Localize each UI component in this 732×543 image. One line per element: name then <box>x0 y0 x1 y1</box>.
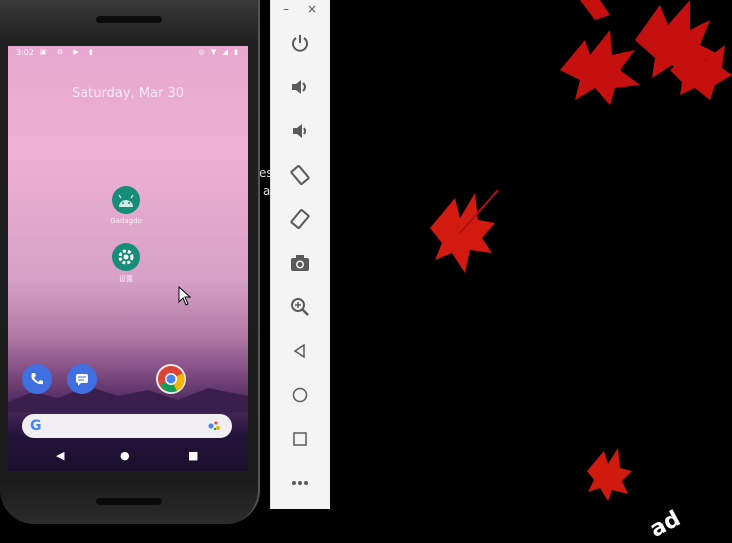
messages-icon <box>76 374 88 386</box>
more-button[interactable] <box>287 470 313 496</box>
home-button[interactable] <box>287 382 313 408</box>
nav-recents-button[interactable]: ■ <box>188 449 198 462</box>
volume-down-button[interactable] <box>287 118 313 144</box>
sd-card-icon: ▮ <box>89 48 97 56</box>
android-icon <box>112 186 140 214</box>
app-settings[interactable]: 设置 <box>96 243 156 284</box>
power-button[interactable] <box>287 30 313 56</box>
emulator-toolbar: – × <box>270 0 330 509</box>
app-label: Gadagdo <box>110 217 142 225</box>
play-store-icon: ▶ <box>73 48 83 56</box>
chrome-app[interactable] <box>156 364 186 394</box>
zoom-button[interactable] <box>287 294 313 320</box>
alarm-icon: ◎ <box>198 48 207 56</box>
settings-icon: ⚙ <box>56 48 68 56</box>
overview-button[interactable] <box>287 426 313 452</box>
back-icon <box>293 343 305 359</box>
mouse-cursor <box>178 286 192 306</box>
signal-icon: ◢ <box>222 48 230 56</box>
settings-gear-icon <box>112 243 140 271</box>
rotate-left-button[interactable] <box>287 162 313 188</box>
date-widget[interactable]: Saturday, Mar 30 <box>8 86 248 101</box>
chrome-icon <box>158 366 185 393</box>
rotate-right-icon <box>290 209 310 229</box>
home-icon <box>292 387 308 403</box>
wifi-icon: ▼ <box>210 48 219 56</box>
maple-leaf-middle <box>430 189 499 273</box>
minimize-button[interactable]: – <box>283 2 289 16</box>
rotate-left-icon <box>290 165 310 185</box>
zoom-icon <box>291 298 309 316</box>
messages-app[interactable] <box>67 364 97 394</box>
bottom-speaker <box>96 498 162 505</box>
watermark-fragment: ad <box>645 506 685 543</box>
notification-icon: ▣ <box>40 48 51 56</box>
notification-icons: ▣ ⚙ ▶ ▮ <box>40 48 97 56</box>
google-assistant-icon[interactable] <box>208 420 222 432</box>
status-time: 3:02 <box>16 48 34 57</box>
app-label: 设置 <box>119 275 133 283</box>
system-icons: ◎ ▼ ◢ ▮ <box>199 48 240 56</box>
more-icon <box>292 481 308 485</box>
phone-screen[interactable]: 3:02 ▣ ⚙ ▶ ▮ ◎ ▼ ◢ ▮ Saturday, Mar 30 Ga… <box>8 46 248 471</box>
status-bar[interactable]: 3:02 ▣ ⚙ ▶ ▮ ◎ ▼ ◢ ▮ <box>8 46 248 60</box>
maple-leaf-top-right <box>560 0 732 105</box>
overview-icon <box>293 432 307 446</box>
emulator-phone-frame: 3:02 ▣ ⚙ ▶ ▮ ◎ ▼ ◢ ▮ Saturday, Mar 30 Ga… <box>0 0 260 524</box>
nav-home-button[interactable]: ● <box>120 449 130 462</box>
back-button[interactable] <box>287 338 313 364</box>
phone-app[interactable] <box>22 364 52 394</box>
power-icon <box>292 35 308 52</box>
battery-icon: ▮ <box>234 48 240 56</box>
top-speaker <box>96 16 162 23</box>
maple-leaf-bottom <box>587 448 632 501</box>
volume-up-button[interactable] <box>287 74 313 100</box>
close-button[interactable]: × <box>307 2 317 16</box>
phone-icon <box>31 373 43 385</box>
nav-back-button[interactable]: ◀ <box>56 449 64 462</box>
rotate-right-button[interactable] <box>287 206 313 232</box>
volume-down-icon <box>293 124 306 138</box>
camera-icon <box>291 255 309 271</box>
navigation-bar: ◀ ● ■ <box>8 443 248 471</box>
google-search-bar[interactable]: G <box>22 414 232 438</box>
volume-up-icon <box>292 80 306 94</box>
google-g-icon: G <box>30 418 42 434</box>
app-gadagdo[interactable]: Gadagdo <box>96 186 156 225</box>
screenshot-button[interactable] <box>287 250 313 276</box>
